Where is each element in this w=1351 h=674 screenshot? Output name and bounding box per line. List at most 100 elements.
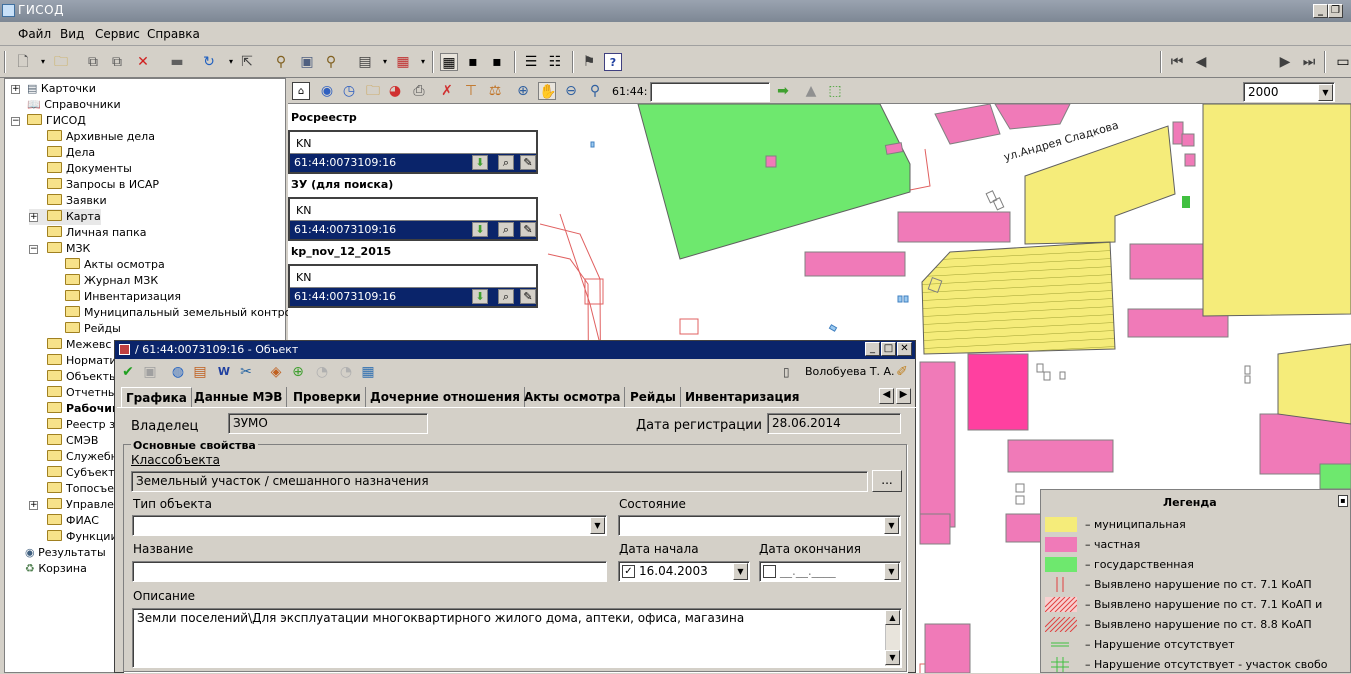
tool-icon[interactable]: ⊤: [462, 82, 480, 100]
tree-item-inventory[interactable]: Инвентаризация: [65, 289, 181, 305]
select-area-icon[interactable]: ⬚: [826, 82, 844, 100]
tree-item-requests-isar[interactable]: Запросы в ИСАР: [47, 177, 159, 193]
dialog-minimize-button[interactable]: _: [865, 342, 880, 356]
card-icon[interactable]: ✎: [520, 289, 536, 304]
type-select[interactable]: ▼: [132, 515, 607, 536]
word-icon[interactable]: W: [215, 363, 233, 381]
tree-item-gisod[interactable]: − ГИСОД: [11, 113, 86, 129]
owner-field[interactable]: ЗУМО: [228, 413, 428, 434]
description-scrollbar[interactable]: ▲ ▼: [885, 610, 900, 666]
card-icon[interactable]: ✎: [520, 222, 536, 237]
reg-date-field[interactable]: 28.06.2014: [767, 413, 901, 434]
export-icon[interactable]: ⇱: [238, 53, 256, 71]
tree-item-work[interactable]: Рабочий: [47, 401, 120, 417]
state-select[interactable]: ▼: [618, 515, 901, 536]
help-icon[interactable]: ?: [604, 53, 622, 71]
info-icon[interactable]: ◉: [318, 82, 336, 100]
detail-view-icon[interactable]: ☷: [546, 53, 564, 71]
tree-item-functions[interactable]: Функции: [47, 529, 118, 545]
filter-icon[interactable]: ▦: [394, 53, 412, 71]
tree-item-mzk[interactable]: − МЗК: [29, 241, 90, 257]
layers-icon[interactable]: ▤: [356, 53, 374, 71]
download-icon[interactable]: ⬇: [472, 289, 488, 304]
download-icon[interactable]: ⬇: [472, 155, 488, 170]
tree-item-trash[interactable]: ♻ Корзина: [25, 561, 87, 577]
copy-icon[interactable]: ⧉: [84, 53, 102, 71]
tree-item-cases[interactable]: Дела: [47, 145, 95, 161]
tree-item-raids[interactable]: Рейды: [65, 321, 121, 337]
tree-item-mzk-journal[interactable]: Журнал МЗК: [65, 273, 158, 289]
end-date-checkbox[interactable]: [763, 565, 776, 578]
zoom-to-icon[interactable]: ⌕: [498, 289, 514, 304]
open-folder-icon[interactable]: 🗀: [52, 53, 70, 71]
tab-checks[interactable]: Проверки: [289, 387, 366, 407]
table-icon[interactable]: ▦: [359, 363, 377, 381]
class-label[interactable]: Классобъекта: [131, 453, 220, 467]
tree-item-documents[interactable]: Документы: [47, 161, 132, 177]
paste-icon[interactable]: ⧉: [108, 53, 126, 71]
extra-icon[interactable]: ▭: [1334, 53, 1351, 71]
layers-dropdown-icon[interactable]: ▾: [376, 53, 394, 71]
tab-scroll-right-button[interactable]: ▶: [896, 388, 911, 404]
erase-icon[interactable]: ✗: [438, 82, 456, 100]
name-input[interactable]: [132, 561, 607, 582]
ok-check-icon[interactable]: ✔: [119, 363, 137, 381]
measure-icon[interactable]: ⚖: [486, 82, 504, 100]
tree-item-registry[interactable]: Реестр зе: [47, 417, 122, 433]
filter-dropdown-icon[interactable]: ▾: [414, 53, 432, 71]
tab-inventory[interactable]: Инвентаризация: [681, 387, 804, 407]
menu-service[interactable]: Сервис: [95, 27, 140, 41]
pin-icon[interactable]: ✐: [893, 363, 911, 381]
tree-item-management[interactable]: + Управлен: [29, 497, 121, 513]
table-row[interactable]: 61:44:0073109:16 ⬇ ⌕ ✎: [290, 154, 536, 172]
description-textarea[interactable]: Земли поселений\Для эксплуатации многокв…: [132, 608, 902, 668]
new-dropdown-icon[interactable]: ▾: [34, 53, 52, 71]
prev-page-icon[interactable]: ◀: [1192, 53, 1210, 71]
tree-item-topo[interactable]: Топосъем: [47, 481, 122, 497]
tree-item-municipal-control[interactable]: Муниципальный земельный контроль: [65, 305, 305, 321]
map-print-icon[interactable]: ⎙: [410, 82, 428, 100]
shape-icon[interactable]: ▲: [802, 82, 820, 100]
tab-graphics[interactable]: Графика: [121, 387, 192, 407]
tab-mev-data[interactable]: Данные МЭВ: [190, 387, 288, 407]
tree-item-applications[interactable]: Заявки: [47, 193, 107, 209]
delete-icon[interactable]: ✕: [134, 53, 152, 71]
stamp-icon[interactable]: ◈: [267, 363, 285, 381]
minimize-button[interactable]: _: [1313, 4, 1328, 18]
tree-item-archive[interactable]: Архивные дела: [47, 129, 155, 145]
dialog-maximize-button[interactable]: □: [881, 342, 896, 356]
kn-search-input[interactable]: [650, 82, 770, 102]
tree-item-personal-folder[interactable]: Личная папка: [47, 225, 146, 241]
start-date-checkbox[interactable]: ✓: [622, 565, 635, 578]
menu-file[interactable]: Файл: [18, 27, 51, 41]
last-page-icon[interactable]: ⏭: [1300, 53, 1318, 71]
print-icon[interactable]: ▬: [168, 53, 186, 71]
pan-icon[interactable]: ✋: [538, 82, 556, 100]
tree-item-map[interactable]: + Карта: [29, 209, 101, 225]
menu-help[interactable]: Справка: [147, 27, 200, 41]
restore-button[interactable]: ❐: [1328, 4, 1343, 18]
search-icon[interactable]: ⚲: [272, 53, 290, 71]
end-date-field[interactable]: __.__.____ ▼: [759, 561, 901, 582]
tree-item-subjects[interactable]: Субъекты: [47, 465, 123, 481]
tree-item-objects[interactable]: Объекть: [47, 369, 116, 385]
add-icon[interactable]: ⊕: [289, 363, 307, 381]
tree-item-mezhev[interactable]: Межевс: [47, 337, 111, 353]
go-arrow-icon[interactable]: ➡: [774, 82, 792, 100]
disabled-icon-1[interactable]: ◔: [313, 363, 331, 381]
class-browse-button[interactable]: ...: [872, 470, 902, 492]
disabled-icon-2[interactable]: ◔: [337, 363, 355, 381]
save-icon[interactable]: ▣: [141, 363, 159, 381]
home-icon[interactable]: ⌂: [292, 82, 310, 100]
table-row[interactable]: 61:44:0073109:16 ⬇ ⌕ ✎: [290, 288, 536, 306]
tree-item-reports[interactable]: Отчетны: [47, 385, 117, 401]
view-mode-2-icon[interactable]: ▪: [464, 53, 482, 71]
zoom-to-icon[interactable]: ⌕: [498, 155, 514, 170]
tree-item-smev[interactable]: СМЭВ: [47, 433, 98, 449]
scale-select[interactable]: 2000 ▼: [1243, 82, 1335, 102]
tree-item-results[interactable]: ◉ Результаты: [25, 545, 106, 561]
tools-icon[interactable]: ✂: [237, 363, 255, 381]
zoom-to-icon[interactable]: ⌕: [498, 222, 514, 237]
tab-scroll-left-button[interactable]: ◀: [879, 388, 894, 404]
tab-child-relations[interactable]: Дочерние отношения: [366, 387, 525, 407]
